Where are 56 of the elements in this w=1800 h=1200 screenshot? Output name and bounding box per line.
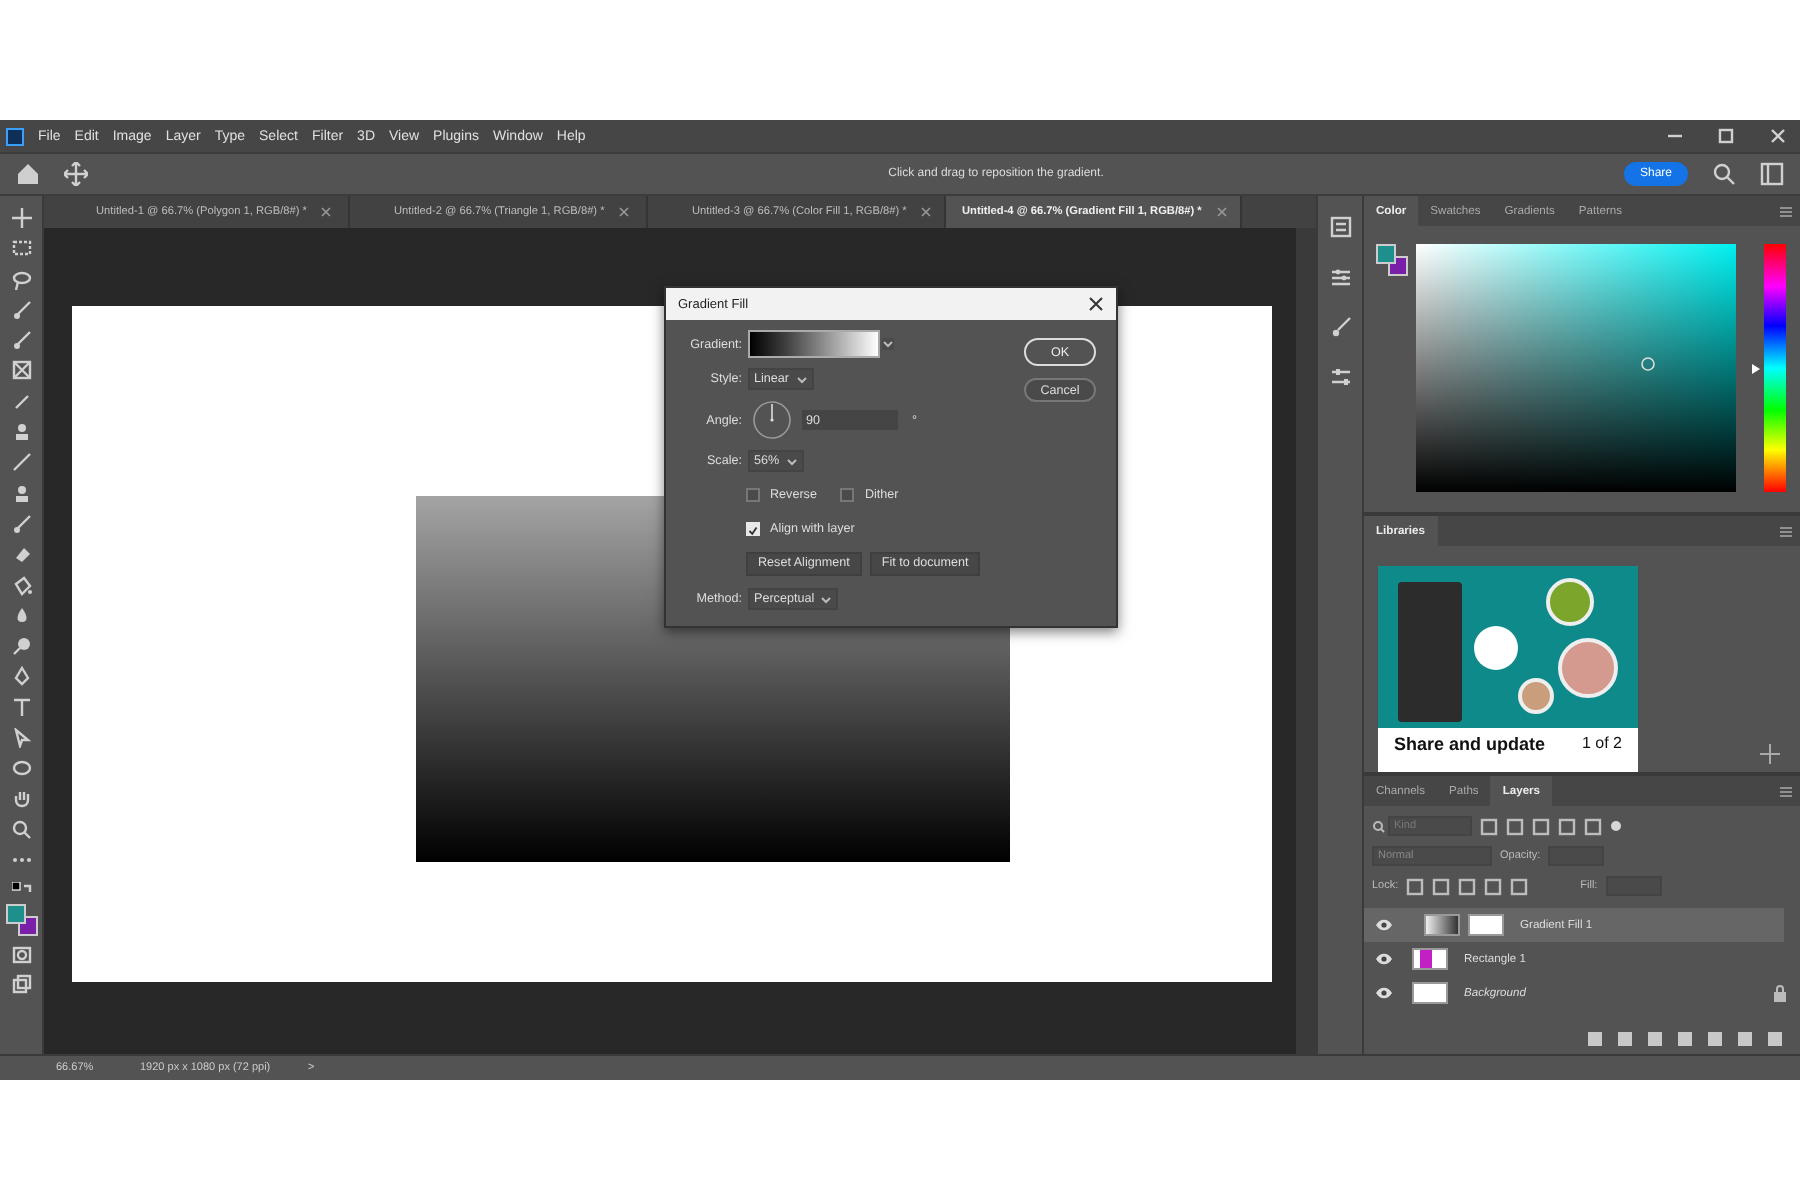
stamp-icon[interactable] xyxy=(11,422,31,443)
menu-icon[interactable] xyxy=(1780,205,1792,217)
maximize-icon[interactable] xyxy=(1718,128,1736,144)
hand-icon[interactable] xyxy=(11,789,31,810)
marquee-icon[interactable] xyxy=(11,238,31,259)
layer-thumbnail xyxy=(1424,914,1460,936)
menu-icon[interactable] xyxy=(1780,785,1792,797)
caret-icon[interactable] xyxy=(882,338,894,350)
swap-colors-icon[interactable] xyxy=(11,881,31,894)
check-icon xyxy=(748,524,758,538)
menu-icon[interactable] xyxy=(1780,525,1792,537)
card-title: Share and update xyxy=(1394,734,1546,754)
quick-mask-icon[interactable] xyxy=(11,946,31,965)
eye-icon[interactable] xyxy=(1376,918,1392,932)
adjust-icon[interactable] xyxy=(1329,266,1351,288)
screen-mode-icon[interactable] xyxy=(11,974,31,995)
home-icon[interactable] xyxy=(16,162,40,186)
toggle-icon[interactable] xyxy=(1610,820,1622,832)
eye-icon[interactable] xyxy=(1376,952,1392,966)
frame-icon[interactable] xyxy=(11,360,31,381)
scrollbar[interactable] xyxy=(1296,228,1316,1054)
color-swatches-icon[interactable] xyxy=(5,903,37,936)
add-icon[interactable] xyxy=(1760,744,1780,764)
pen-icon[interactable] xyxy=(11,666,31,687)
lasso-icon[interactable] xyxy=(11,269,31,290)
library-card[interactable]: Share and update 1 of 2 xyxy=(1378,566,1638,772)
page-counter: 1 of 2 xyxy=(1581,734,1622,752)
caret-icon xyxy=(795,373,808,385)
pointer-icon[interactable] xyxy=(11,728,31,749)
angle-dial-icon[interactable] xyxy=(752,400,792,440)
caret-icon xyxy=(785,455,798,467)
magnifier-icon[interactable] xyxy=(11,636,31,657)
search-icon[interactable] xyxy=(1712,162,1736,186)
eyedropper-icon[interactable] xyxy=(11,391,31,412)
stamp-icon[interactable] xyxy=(11,483,31,504)
color-field[interactable] xyxy=(1416,244,1736,492)
layer-thumbnail xyxy=(1412,982,1448,1004)
gradient-preview[interactable] xyxy=(748,330,880,358)
pencil-icon[interactable] xyxy=(11,452,31,473)
sliders-icon[interactable] xyxy=(1329,366,1351,388)
eye-icon[interactable] xyxy=(1376,986,1392,1000)
ellipse-icon[interactable] xyxy=(11,758,31,779)
picker-ring-icon[interactable] xyxy=(1640,356,1656,372)
search-icon xyxy=(1372,819,1386,833)
color-swatches-icon[interactable] xyxy=(1376,244,1408,276)
workspace-icon[interactable] xyxy=(1760,162,1784,186)
history-icon[interactable] xyxy=(1329,216,1351,238)
zoom-icon[interactable] xyxy=(11,819,31,840)
app-logo-icon xyxy=(6,127,24,145)
eraser-icon[interactable] xyxy=(11,544,31,565)
caret-icon xyxy=(820,593,833,605)
close-icon[interactable] xyxy=(1088,296,1104,312)
hue-pointer-icon[interactable] xyxy=(1752,363,1760,373)
bucket-icon[interactable] xyxy=(11,575,31,596)
mask-thumbnail xyxy=(1468,914,1504,936)
layer-thumbnail xyxy=(1412,948,1448,970)
